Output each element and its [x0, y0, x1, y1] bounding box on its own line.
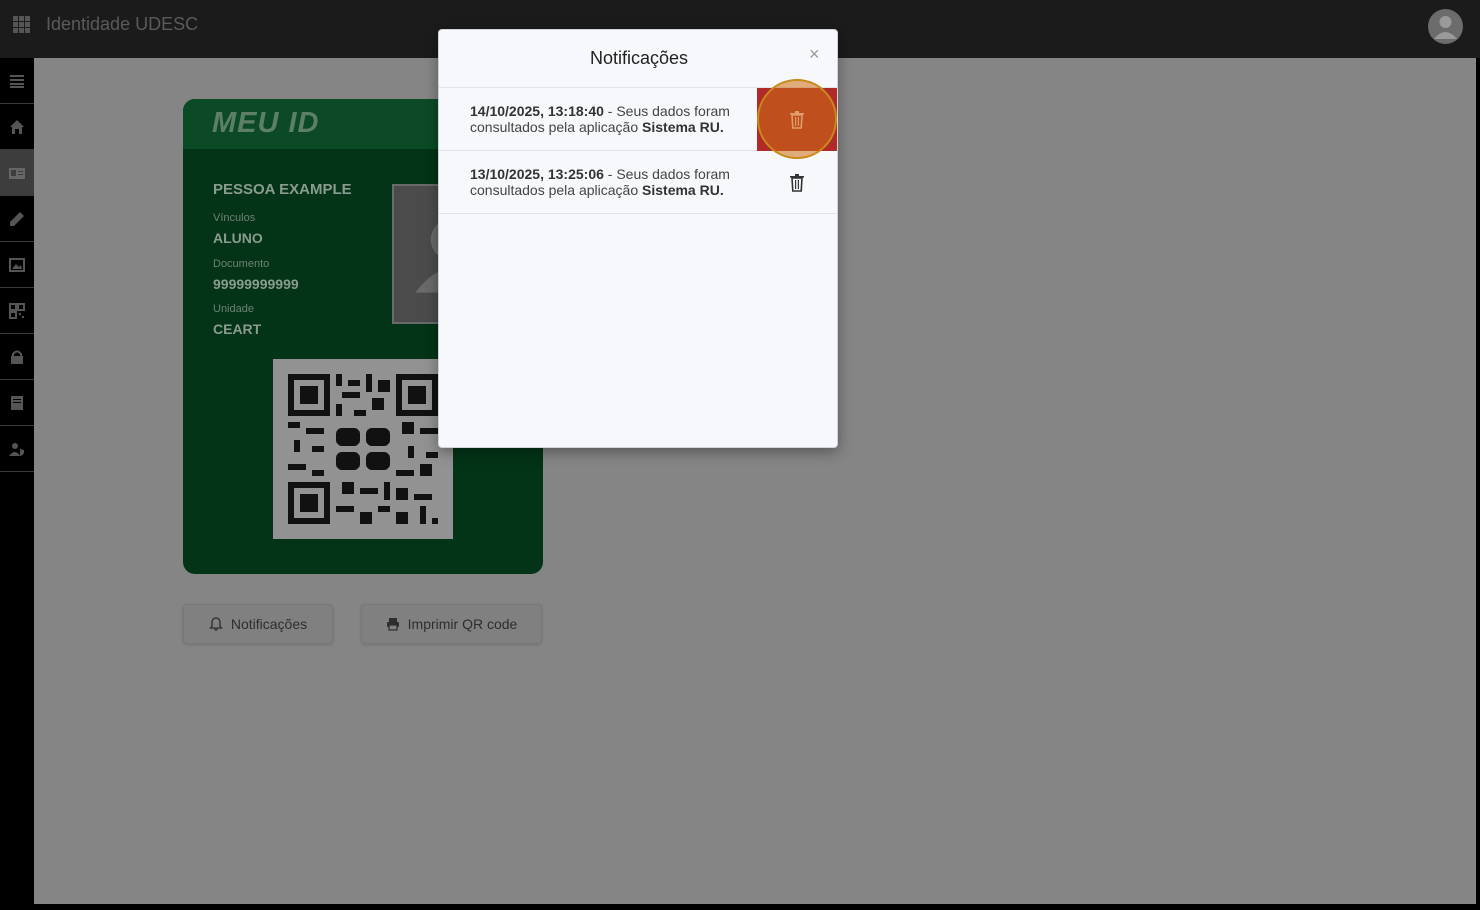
notifications-button[interactable]: Notificações [183, 604, 333, 644]
printer-icon [386, 618, 399, 631]
notification-text: 13/10/2025, 13:25:06 - Seus dados foram … [470, 166, 760, 198]
notification-app: Sistema RU. [642, 182, 724, 198]
modal-title: Notificações [589, 48, 689, 68]
close-icon[interactable]: × [809, 44, 820, 65]
image-icon[interactable] [0, 242, 34, 288]
delete-notification-button[interactable] [757, 88, 837, 151]
print-qr-button[interactable]: Imprimir QR code [361, 604, 542, 644]
card-logo: MEU ID [212, 107, 320, 139]
bell-icon [209, 617, 223, 631]
apps-grid-icon[interactable] [13, 16, 30, 33]
lock-icon[interactable] [0, 334, 34, 380]
notification-timestamp: 13/10/2025, 13:25:06 [470, 166, 604, 182]
notification-item: 13/10/2025, 13:25:06 - Seus dados foram … [439, 151, 837, 214]
book-icon[interactable] [0, 380, 34, 426]
trash-icon [790, 173, 804, 192]
field-value-unidade: CEART [213, 321, 262, 337]
list-icon[interactable] [0, 58, 34, 104]
app-title: Identidade UDESC [46, 14, 199, 34]
id-card-icon[interactable] [0, 150, 34, 196]
field-label-unidade: Unidade [213, 303, 254, 315]
user-avatar-icon[interactable] [1428, 9, 1463, 44]
pencil-icon[interactable] [0, 196, 34, 242]
qr-code-icon[interactable] [0, 288, 34, 334]
delete-notification-button[interactable] [757, 151, 837, 214]
qr-code [273, 359, 453, 539]
field-label-vinculos: Vínculos [213, 212, 256, 224]
field-label-documento: Documento [213, 258, 270, 270]
notification-app: Sistema RU. [642, 119, 724, 135]
person-name: PESSOA EXAMPLE [213, 181, 352, 198]
qr-code-icon [288, 374, 438, 524]
notifications-button-label: Notificações [230, 616, 308, 632]
sidebar [0, 58, 34, 910]
notification-text: 14/10/2025, 13:18:40 - Seus dados foram … [470, 103, 760, 135]
notifications-modal: Notificações × 14/10/2025, 13:18:40 - Se… [438, 29, 838, 448]
trash-icon [790, 110, 804, 129]
user-shield-icon[interactable] [0, 426, 34, 472]
notification-timestamp: 14/10/2025, 13:18:40 [470, 103, 604, 119]
home-icon[interactable] [0, 104, 34, 150]
field-value-documento: 99999999999 [213, 276, 299, 292]
print-qr-button-label: Imprimir QR code [407, 616, 518, 632]
field-value-vinculos: ALUNO [213, 230, 263, 246]
notification-item: 14/10/2025, 13:18:40 - Seus dados foram … [439, 88, 837, 151]
